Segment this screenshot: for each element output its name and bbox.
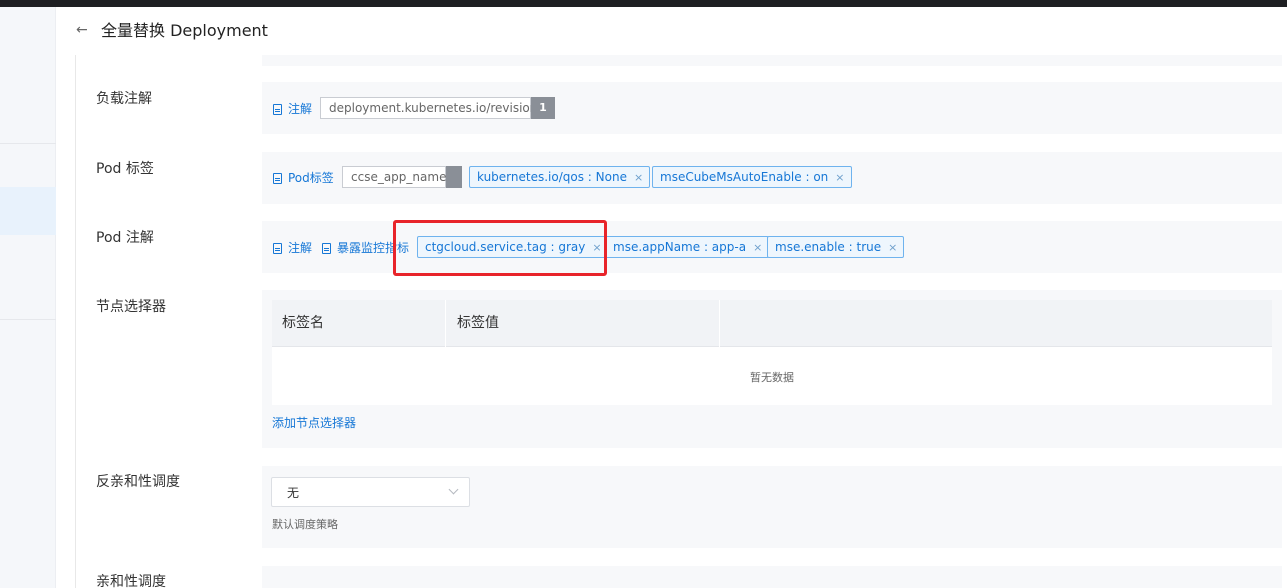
column-header-label-name: 标签名 [282, 315, 324, 331]
close-icon[interactable]: × [753, 241, 762, 254]
add-node-selector-link[interactable]: 添加节点选择器 [272, 415, 356, 431]
workload-annotation-label: 负载注解 [96, 91, 152, 107]
top-dark-bar [0, 0, 1287, 7]
tag-text: mseCubeMsAutoEnable : on [660, 170, 829, 184]
form-divider [75, 55, 76, 588]
anti-affinity-select[interactable]: 无 [271, 477, 470, 507]
sidebar-divider [0, 319, 56, 320]
sidebar-divider [0, 143, 56, 144]
page-header: ← 全量替换 Deployment [56, 7, 1287, 55]
node-selector-table-body: 暂无数据 [272, 347, 1272, 405]
arrow-left-icon[interactable]: ← [76, 22, 92, 38]
workload-annotation-link-label: 注解 [288, 102, 313, 116]
affinity-label: 亲和性调度 [96, 574, 166, 588]
document-icon [273, 242, 282, 254]
pod-label-tag: kubernetes.io/qos : None × [469, 166, 651, 188]
pod-annotation-link-label: 注解 [288, 241, 313, 255]
tag-text: mse.enable : true [775, 240, 882, 254]
tag-text: kubernetes.io/qos : None [477, 170, 627, 184]
chevron-down-icon [448, 484, 459, 495]
red-highlight-box [393, 220, 607, 276]
pod-label-value[interactable] [446, 166, 462, 188]
pod-label-tag: mseCubeMsAutoEnable : on × [652, 166, 852, 188]
affinity-panel [262, 566, 1282, 588]
pod-labels-label: Pod 标签 [96, 161, 154, 177]
pod-label-key[interactable]: ccse_app_name [342, 166, 446, 188]
anti-affinity-label: 反亲和性调度 [96, 474, 180, 490]
column-separator [445, 300, 446, 347]
close-icon[interactable]: × [888, 241, 897, 254]
pod-labels-link[interactable]: Pod标签 [273, 170, 334, 186]
pod-annotation-link[interactable]: 注解 [273, 240, 312, 256]
document-icon [273, 103, 282, 115]
page-title: 全量替换 Deployment [101, 21, 268, 40]
node-selector-table-header: 标签名 标签值 [272, 300, 1272, 347]
anti-affinity-selected-value: 无 [287, 486, 300, 500]
pod-annotation-tag: mse.appName : app-a × [605, 236, 770, 258]
panel-previous [262, 55, 1282, 66]
column-separator [719, 300, 720, 347]
workload-annotation-link[interactable]: 注解 [273, 101, 312, 117]
node-selector-label: 节点选择器 [96, 299, 166, 315]
workload-annotation-value[interactable]: 1 [531, 97, 555, 119]
left-sidebar [0, 7, 56, 588]
column-header-label-value: 标签值 [457, 315, 499, 331]
pod-labels-link-label: Pod标签 [288, 171, 334, 185]
workload-annotation-key[interactable]: deployment.kubernetes.io/revision [320, 97, 537, 119]
anti-affinity-hint: 默认调度策略 [272, 518, 338, 531]
sidebar-selected-item[interactable] [0, 187, 56, 235]
empty-state-text: 暂无数据 [750, 371, 794, 384]
close-icon[interactable]: × [634, 171, 643, 184]
pod-annotation-tag: mse.enable : true × [767, 236, 905, 258]
pod-annotations-label: Pod 注解 [96, 230, 154, 246]
close-icon[interactable]: × [835, 171, 844, 184]
document-icon [322, 242, 331, 254]
document-icon [273, 172, 282, 184]
tag-text: mse.appName : app-a [613, 240, 747, 254]
